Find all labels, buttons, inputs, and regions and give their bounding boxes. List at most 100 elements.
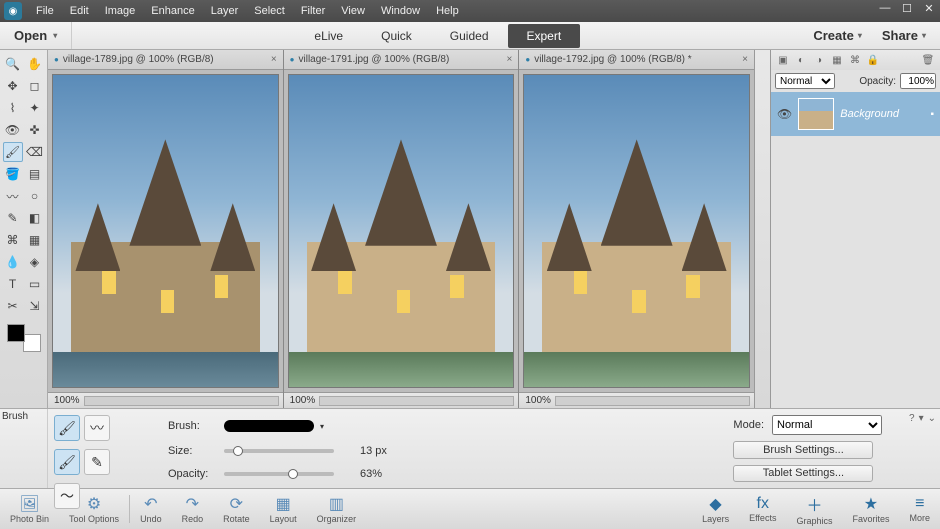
vertical-scrollbar[interactable] (754, 50, 770, 408)
hand-icon[interactable]: ✋ (25, 54, 45, 74)
eraser-icon[interactable]: ⌫ (25, 142, 45, 162)
pencil-icon[interactable]: ✎ (3, 208, 23, 228)
mode-guided[interactable]: Guided (431, 24, 508, 48)
shape-icon[interactable]: ▭ (25, 274, 45, 294)
taskbar-rotate[interactable]: ⟳Rotate (213, 489, 260, 529)
canvas[interactable] (52, 74, 279, 388)
horizontal-scrollbar[interactable] (319, 396, 514, 406)
menu-view[interactable]: View (333, 5, 373, 17)
brush-preset-picker[interactable]: ▾ (224, 417, 354, 435)
mode-elive[interactable]: eLive (295, 24, 362, 48)
bucket-icon[interactable]: 🪣 (3, 164, 23, 184)
trash-icon[interactable]: 🗑 (920, 52, 936, 68)
taskbar-tool-options[interactable]: ⚙Tool Options (59, 489, 129, 529)
close-icon[interactable]: × (271, 54, 277, 65)
mode-quick[interactable]: Quick (362, 24, 431, 48)
document-tab[interactable]: ●village-1792.jpg @ 100% (RGB/8) *× (519, 50, 754, 70)
tablet-settings-button[interactable]: Tablet Settings... (733, 465, 873, 483)
clone-icon[interactable]: ⌘ (3, 230, 23, 250)
undo-icon: ↶ (144, 494, 157, 514)
open-menu[interactable]: Open (0, 22, 72, 49)
move-icon[interactable]: ✥ (3, 76, 23, 96)
zoom-icon[interactable]: 🔍 (3, 54, 23, 74)
taskbar-organizer[interactable]: ▥Organizer (307, 489, 367, 529)
more-icon: ≡ (915, 495, 924, 513)
canvas[interactable] (288, 74, 515, 388)
sponge-icon[interactable]: ○ (25, 186, 45, 206)
taskbar-graphics[interactable]: ＋Graphics (786, 489, 842, 529)
color-swatches[interactable] (7, 324, 41, 352)
opacity-slider[interactable] (224, 472, 334, 476)
menu-filter[interactable]: Filter (293, 5, 333, 17)
redeye-icon[interactable]: 👁 (3, 120, 23, 140)
options-menu-icon[interactable]: ▾ (919, 413, 924, 424)
eraser2-icon[interactable]: ◧ (25, 208, 45, 228)
crop-icon[interactable]: ✂ (3, 296, 23, 316)
taskbar-layers[interactable]: ◆Layers (692, 489, 739, 529)
document-tab[interactable]: ●village-1789.jpg @ 100% (RGB/8)× (48, 50, 283, 70)
mode-expert[interactable]: Expert (508, 24, 581, 48)
help-icon[interactable]: ? (909, 413, 915, 424)
minimize-button[interactable]: — (874, 2, 896, 20)
type-icon[interactable]: T (3, 274, 23, 294)
size-slider[interactable] (224, 449, 334, 453)
close-icon[interactable]: × (742, 54, 748, 65)
taskbar-photo-bin[interactable]: 🖼Photo Bin (0, 489, 59, 529)
collapse-icon[interactable]: ⌄ (928, 413, 936, 424)
menu-help[interactable]: Help (428, 5, 467, 17)
layer-opacity-input[interactable] (900, 73, 936, 89)
spot-heal-icon[interactable]: ✜ (25, 120, 45, 140)
close-button[interactable]: ✕ (918, 2, 940, 20)
close-icon[interactable]: × (507, 54, 513, 65)
brush-mode-select[interactable]: Normal (772, 415, 882, 435)
menu-layer[interactable]: Layer (203, 5, 247, 17)
gradient-icon[interactable]: ▤ (25, 164, 45, 184)
horizontal-scrollbar[interactable] (555, 396, 750, 406)
taskbar-more[interactable]: ≡More (899, 489, 940, 529)
layer-mask-icon[interactable]: ◐ (793, 52, 809, 68)
menu-edit[interactable]: Edit (62, 5, 97, 17)
document-tab[interactable]: ●village-1791.jpg @ 100% (RGB/8)× (284, 50, 519, 70)
layer-lock-icon[interactable]: ▪ (930, 109, 934, 120)
visibility-icon[interactable]: 👁 (777, 107, 792, 121)
lock-icon[interactable]: 🔒 (865, 52, 881, 68)
pencil-variant-button[interactable]: ✎ (84, 449, 110, 475)
smudge-icon[interactable]: 〰 (3, 186, 23, 206)
menu-file[interactable]: File (28, 5, 62, 17)
canvas[interactable] (523, 74, 750, 388)
quick-select-icon[interactable]: ✦ (25, 98, 45, 118)
create-menu[interactable]: Create (803, 22, 871, 50)
marquee-icon[interactable]: ◻ (25, 76, 45, 96)
eyedrop-icon[interactable]: 💧 (3, 252, 23, 272)
layer-row-background[interactable]: 👁 Background ▪ (771, 92, 940, 136)
pattern-icon[interactable]: ▦ (25, 230, 45, 250)
taskbar-effects[interactable]: fxEffects (739, 489, 786, 529)
brush-tool-button[interactable]: 🖌 (54, 415, 80, 441)
menu-window[interactable]: Window (373, 5, 428, 17)
impressionist-brush-button[interactable]: 〰 (84, 415, 110, 441)
new-layer-icon[interactable]: ▣ (775, 52, 791, 68)
adjustment-icon[interactable]: ◑ (811, 52, 827, 68)
lasso-icon[interactable]: ⌇ (3, 98, 23, 118)
opacity-value: 63% (360, 468, 410, 480)
brush-settings-button[interactable]: Brush Settings... (733, 441, 873, 459)
blend-mode-select[interactable]: Normal (775, 73, 835, 89)
horizontal-scrollbar[interactable] (84, 396, 279, 406)
taskbar-layout[interactable]: ▦Layout (260, 489, 307, 529)
menu-image[interactable]: Image (97, 5, 144, 17)
share-menu[interactable]: Share (872, 22, 936, 50)
custom-icon[interactable]: ◈ (25, 252, 45, 272)
maximize-button[interactable]: ☐ (896, 2, 918, 20)
recompose-icon[interactable]: ⇲ (25, 296, 45, 316)
photo-bin-icon: 🖼 (19, 494, 39, 514)
brush-variant-button[interactable]: 🖌 (54, 449, 80, 475)
taskbar-redo[interactable]: ↷Redo (172, 489, 214, 529)
menu-select[interactable]: Select (246, 5, 293, 17)
brush-icon[interactable]: 🖌 (3, 142, 23, 162)
menu-enhance[interactable]: Enhance (143, 5, 202, 17)
zoom-readout: 100% (284, 392, 519, 408)
link-icon[interactable]: ⌘ (847, 52, 863, 68)
taskbar-favorites[interactable]: ★Favorites (842, 489, 899, 529)
taskbar-undo[interactable]: ↶Undo (130, 489, 172, 529)
group-icon[interactable]: ▦ (829, 52, 845, 68)
